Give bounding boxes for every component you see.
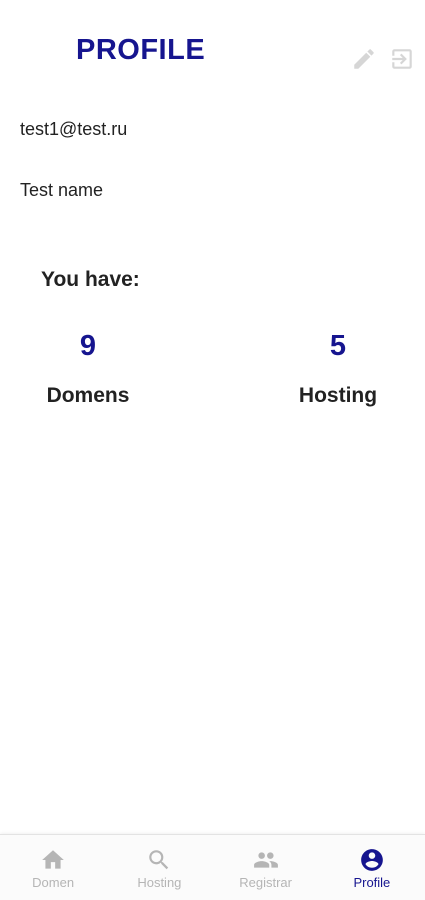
nav-item-hosting[interactable]: Hosting [106, 835, 212, 900]
nav-label-profile: Profile [353, 875, 391, 890]
user-email: test1@test.ru [20, 119, 128, 139]
edit-icon[interactable] [351, 46, 377, 72]
summary-heading: You have: [41, 268, 140, 291]
home-icon [42, 850, 64, 869]
nav-item-profile[interactable]: Profile [319, 835, 425, 900]
account-circle-icon [361, 849, 383, 871]
nav-item-domen[interactable]: Domen [0, 835, 106, 900]
nav-item-registrar[interactable]: Registrar [213, 835, 319, 900]
people-icon [253, 852, 278, 868]
search-icon [149, 850, 169, 870]
stat-hosting-label: Hosting [298, 384, 378, 407]
profile-screen: PROFILE test1@test.ru Test name You have… [0, 0, 425, 900]
stat-hosting: 5 Hosting [258, 326, 418, 408]
stat-hosting-value: 5 [329, 330, 347, 362]
stat-domens: 9 Domens [8, 326, 168, 408]
bottom-nav: Domen Hosting Registrar Profile [0, 834, 425, 900]
header-actions [351, 46, 415, 72]
nav-label-registrar: Registrar [239, 875, 292, 890]
stat-domens-label: Domens [46, 384, 130, 407]
stat-domens-value: 9 [79, 330, 97, 362]
exit-icon[interactable] [389, 46, 415, 72]
page-title: PROFILE [76, 34, 206, 66]
nav-label-domen: Domen [32, 875, 75, 890]
nav-label-hosting: Hosting [137, 875, 182, 890]
user-name: Test name [20, 180, 104, 200]
